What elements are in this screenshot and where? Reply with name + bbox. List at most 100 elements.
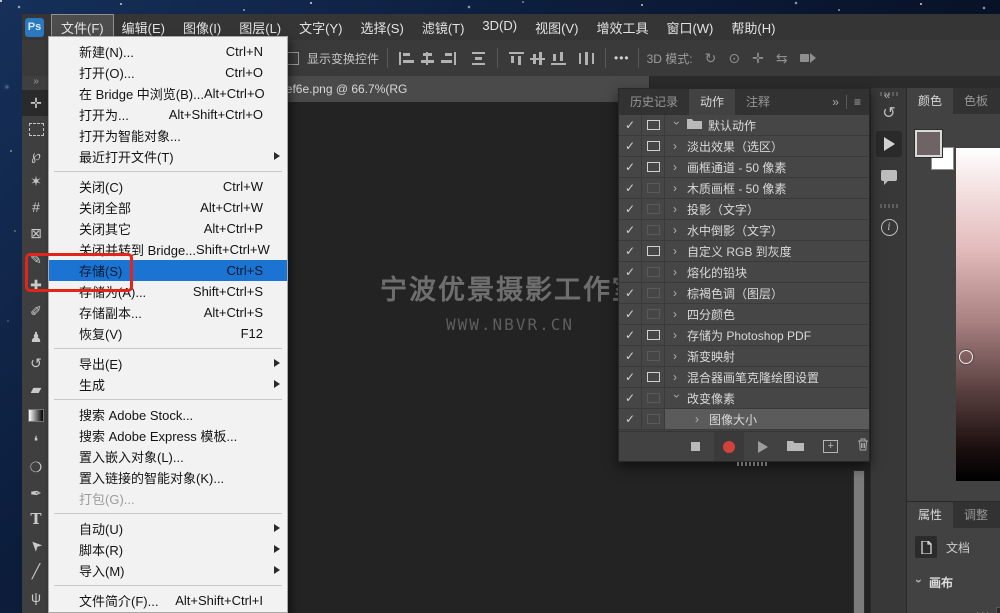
menubar-item[interactable]: 视图(V) <box>526 15 587 40</box>
file-menu-item[interactable]: 关闭全部Alt+Ctrl+W <box>49 197 287 218</box>
chevron-down-icon[interactable]: › <box>670 121 684 129</box>
chevron-right-icon[interactable]: › <box>695 412 703 426</box>
chevron-right-icon[interactable]: › <box>673 307 681 321</box>
dodge-tool[interactable]: ❍ <box>22 454 50 480</box>
3d-dolly-camera-icon[interactable] <box>800 53 816 63</box>
chevron-right-icon[interactable]: › <box>673 349 681 363</box>
action-name-cell[interactable]: ›水中倒影（文字） <box>665 220 869 240</box>
file-menu-item[interactable]: 自动(U) <box>49 518 287 539</box>
menubar-item[interactable]: 窗口(W) <box>657 15 722 40</box>
modal-toggle-icon[interactable] <box>642 346 665 366</box>
chevron-right-icon[interactable]: › <box>673 139 681 153</box>
file-menu-item[interactable]: 置入嵌入对象(L)... <box>49 446 287 467</box>
action-row[interactable]: ✓ ›图像大小 <box>619 409 869 430</box>
modal-toggle-icon[interactable] <box>642 178 665 198</box>
menubar-item[interactable]: 文字(Y) <box>290 15 351 40</box>
modal-toggle-icon[interactable] <box>642 136 665 156</box>
action-name-cell[interactable]: ›棕褐色调（图层） <box>665 283 869 303</box>
action-name-cell[interactable]: ›存储为 Photoshop PDF <box>665 325 869 345</box>
more-options-button[interactable]: ••• <box>614 51 630 65</box>
chevron-right-icon[interactable]: › <box>673 328 681 342</box>
3d-slide-icon[interactable]: ⇆ <box>776 50 788 67</box>
modal-toggle-icon[interactable] <box>642 115 665 135</box>
file-menu-item[interactable]: 最近打开文件(T) <box>49 146 287 167</box>
file-menu-item[interactable]: 关闭(C)Ctrl+W <box>49 176 287 197</box>
file-menu-item[interactable]: 存储副本...Alt+Ctrl+S <box>49 302 287 323</box>
action-name-cell[interactable]: ›投影（文字） <box>665 199 869 219</box>
chevron-right-icon[interactable]: › <box>673 181 681 195</box>
action-name-cell[interactable]: ›木质画框 - 50 像素 <box>665 178 869 198</box>
menubar-item[interactable]: 3D(D) <box>473 15 526 40</box>
dock-grip[interactable] <box>880 204 898 208</box>
brush-tool[interactable]: ✐ <box>22 298 50 324</box>
eraser-tool[interactable]: ▰ <box>22 376 50 402</box>
file-menu-item[interactable]: 关闭其它Alt+Ctrl+P <box>49 218 287 239</box>
color-gradient-field[interactable] <box>956 148 1000 481</box>
action-name-cell[interactable]: ›自定义 RGB 到灰度 <box>665 241 869 261</box>
tab-调整[interactable]: 调整 <box>953 502 999 528</box>
file-menu-item[interactable]: 搜索 Adobe Express 模板... <box>49 425 287 446</box>
menubar-item[interactable]: 滤镜(T) <box>413 15 474 40</box>
action-name-cell[interactable]: ›渐变映射 <box>665 346 869 366</box>
check-icon[interactable]: ✓ <box>619 367 642 387</box>
check-icon[interactable]: ✓ <box>619 241 642 261</box>
file-menu-item[interactable]: 打开为智能对象... <box>49 125 287 146</box>
path-select-tool[interactable]: ➤ <box>22 532 50 558</box>
tab-历史记录[interactable]: 历史记录 <box>619 89 689 115</box>
action-row[interactable]: ✓›投影（文字） <box>619 199 869 220</box>
tab-属性[interactable]: 属性 <box>907 502 953 528</box>
check-icon[interactable]: ✓ <box>619 157 642 177</box>
check-icon[interactable]: ✓ <box>619 115 642 135</box>
3d-pan-icon[interactable]: ✛ <box>752 50 764 67</box>
action-name-cell[interactable]: ›熔化的铅块 <box>665 262 869 282</box>
move-tool[interactable]: ✛ <box>22 90 50 116</box>
pen-tool[interactable]: ✒ <box>22 480 50 506</box>
tab-色板[interactable]: 色板 <box>953 88 999 114</box>
action-row[interactable]: ✓ ›自定义 RGB 到灰度 <box>619 241 869 262</box>
action-name-cell[interactable]: ›默认动作 <box>665 115 869 135</box>
chevron-down-icon[interactable]: › <box>670 394 684 402</box>
panel-flyout-icon[interactable]: » <box>832 95 839 109</box>
crop-tool[interactable]: # <box>22 194 50 220</box>
color-picker-circle[interactable] <box>959 350 973 364</box>
check-icon[interactable]: ✓ <box>619 409 642 429</box>
tab-动作[interactable]: 动作 <box>689 89 735 115</box>
file-menu-item[interactable]: 打包(G)... <box>49 488 287 509</box>
align-v-center-icon[interactable] <box>530 52 545 65</box>
check-icon[interactable]: ✓ <box>619 346 642 366</box>
check-icon[interactable]: ✓ <box>619 325 642 345</box>
modal-toggle-icon[interactable] <box>642 325 665 345</box>
file-menu-item[interactable]: 打开(O)...Ctrl+O <box>49 62 287 83</box>
tab-注释[interactable]: 注释 <box>735 89 781 115</box>
action-row[interactable]: ✓›木质画框 - 50 像素 <box>619 178 869 199</box>
canvas-vscrollbar[interactable] <box>853 470 865 613</box>
actions-panel-icon[interactable] <box>876 131 902 157</box>
action-name-cell[interactable]: ›画框通道 - 50 像素 <box>665 157 869 177</box>
align-left-icon[interactable] <box>399 52 414 65</box>
info-panel-icon[interactable]: i <box>871 212 907 242</box>
modal-toggle-icon[interactable] <box>642 262 665 282</box>
clone-stamp-tool[interactable]: ♟ <box>22 324 50 350</box>
action-row[interactable]: ✓›四分颜色 <box>619 304 869 325</box>
new-folder-icon[interactable] <box>787 438 804 456</box>
collapse-panels-icon[interactable]: « <box>884 90 889 102</box>
action-name-cell[interactable]: ›图像大小 <box>665 409 869 429</box>
file-menu-item[interactable]: 搜索 Adobe Stock... <box>49 404 287 425</box>
record-button[interactable] <box>714 432 745 461</box>
align-h-center-icon[interactable] <box>420 52 435 65</box>
action-row[interactable]: ✓›改变像素 <box>619 388 869 409</box>
check-icon[interactable]: ✓ <box>619 388 642 408</box>
chevron-right-icon[interactable]: › <box>673 370 681 384</box>
file-menu-item[interactable]: 恢复(V)F12 <box>49 323 287 344</box>
hand-tool[interactable]: ψ <box>22 584 50 610</box>
action-name-cell[interactable]: ›淡出效果（选区） <box>665 136 869 156</box>
width-field[interactable]: 200 <box>996 607 1000 613</box>
panel-menu-icon[interactable]: ≡ <box>854 95 861 109</box>
rect-marquee-tool[interactable] <box>22 116 50 142</box>
modal-toggle-icon[interactable] <box>642 283 665 303</box>
align-right-icon[interactable] <box>441 52 456 65</box>
history-panel-icon[interactable]: ↺ <box>871 98 907 128</box>
stop-icon[interactable] <box>691 442 700 451</box>
type-tool[interactable]: T <box>22 506 50 532</box>
history-brush-tool[interactable]: ↺ <box>22 350 50 376</box>
